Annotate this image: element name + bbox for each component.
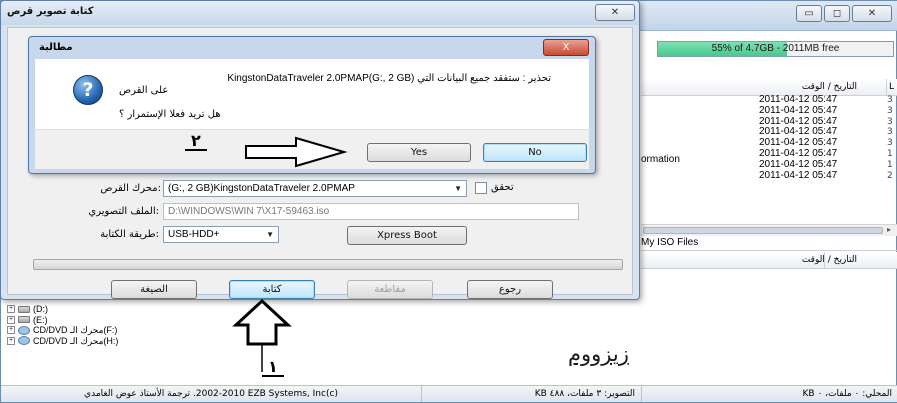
right-arrow-icon <box>245 136 348 168</box>
up-arrow-icon <box>232 298 292 346</box>
annotation-arrows <box>232 136 348 372</box>
